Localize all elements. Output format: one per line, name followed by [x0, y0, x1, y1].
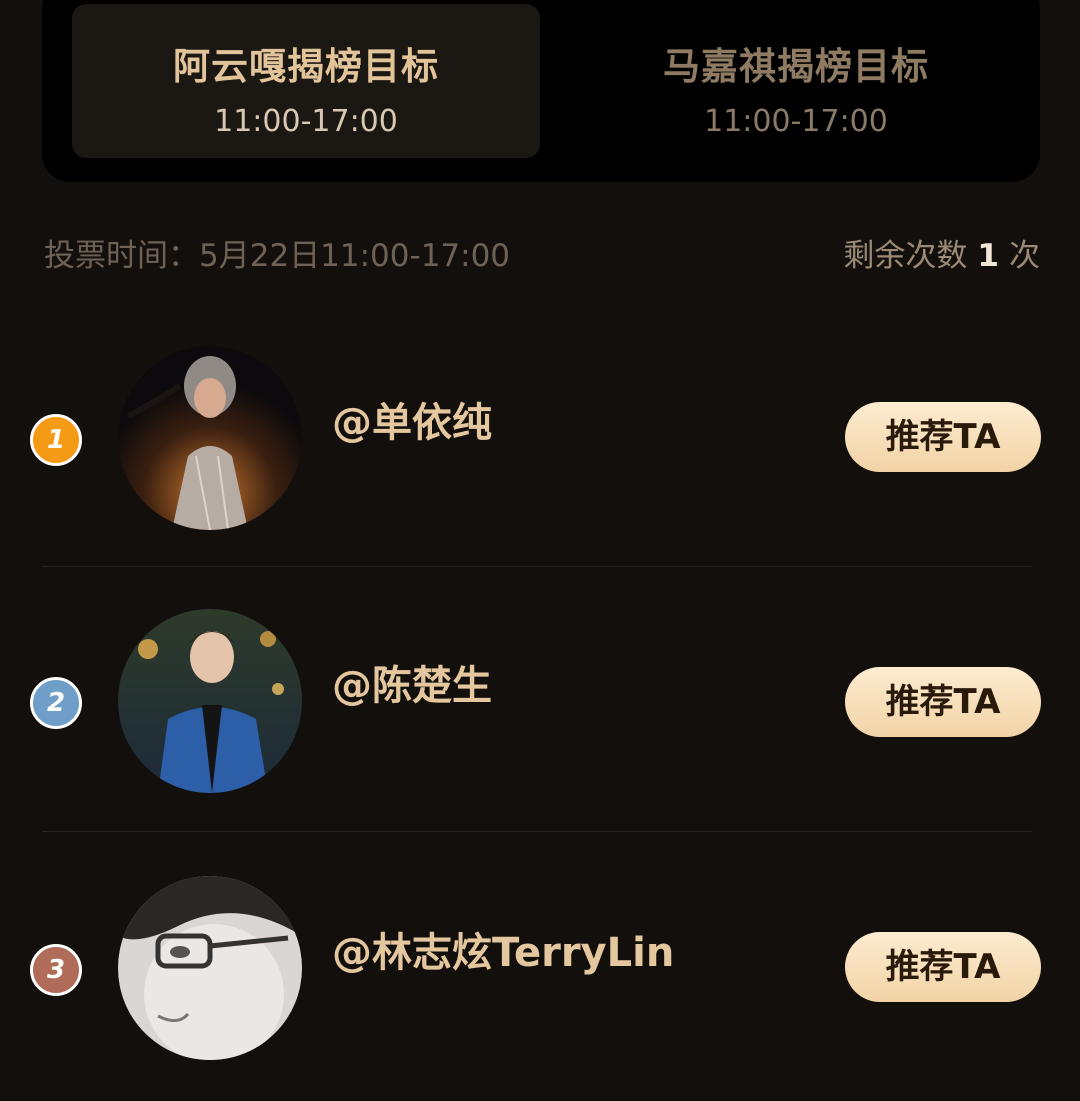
avatar-image [118, 346, 302, 530]
tab-title: 马嘉祺揭榜目标 [663, 45, 929, 88]
rank-badge: 1 [30, 414, 82, 466]
list-item: 2 @陈楚生 推荐TA [0, 567, 1080, 832]
vote-time: 投票时间：5月22日11:00-17:00 [44, 230, 510, 275]
tab-time: 11:00-17:00 [704, 104, 888, 139]
vote-page: 阿云嘎揭榜目标 11:00-17:00 马嘉祺揭榜目标 11:00-17:00 … [0, 0, 1080, 1101]
avatar[interactable] [118, 876, 302, 1060]
vote-info-row: 投票时间：5月22日11:00-17:00 剩余次数 1 次 [44, 230, 1040, 274]
remaining-prefix: 剩余次数 [843, 238, 968, 274]
vote-time-value: 5月22日11:00-17:00 [199, 238, 511, 274]
avatar-image [118, 876, 302, 1060]
remaining-count: 1 [977, 238, 999, 274]
rank-badge: 3 [30, 944, 82, 996]
rank-badge: 2 [30, 677, 82, 729]
target-tab-panel: 阿云嘎揭榜目标 11:00-17:00 马嘉祺揭榜目标 11:00-17:00 [42, 0, 1040, 182]
remaining-suffix: 次 [1009, 238, 1040, 274]
list-item: 3 @林志炫TerryLin 推荐TA [0, 832, 1080, 1097]
avatar[interactable] [118, 609, 302, 793]
tab-title: 阿云嘎揭榜目标 [173, 45, 439, 88]
avatar-image [118, 609, 302, 793]
recommend-button[interactable]: 推荐TA [845, 932, 1041, 1002]
tab-time: 11:00-17:00 [214, 104, 398, 139]
recommend-button[interactable]: 推荐TA [845, 667, 1041, 737]
candidate-name[interactable]: @林志炫TerryLin [332, 920, 674, 978]
vote-time-label: 投票时间： [44, 238, 199, 274]
list-item: 1 @单依纯 推荐TA [0, 302, 1080, 567]
candidate-name[interactable]: @单依纯 [332, 390, 492, 448]
candidate-name[interactable]: @陈楚生 [332, 653, 492, 711]
avatar[interactable] [118, 346, 302, 530]
tab-ayunga-target[interactable]: 阿云嘎揭榜目标 11:00-17:00 [72, 4, 540, 158]
tab-majiaqi-target[interactable]: 马嘉祺揭榜目标 11:00-17:00 [562, 4, 1030, 158]
recommend-button[interactable]: 推荐TA [845, 402, 1041, 472]
remaining-votes: 剩余次数 1 次 [843, 230, 1040, 275]
